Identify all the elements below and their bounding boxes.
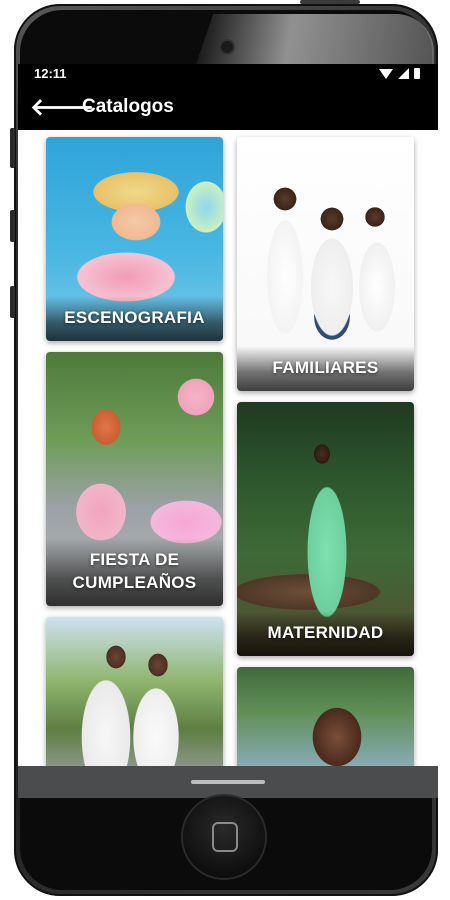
catalog-card-label: FIESTA DE CUMPLEAÑOS: [46, 538, 223, 606]
page-title: Catalogos: [82, 96, 174, 117]
volume-up-button: [10, 210, 15, 242]
catalog-card-partial[interactable]: [237, 667, 414, 766]
catalog-card-label: FAMILIARES: [237, 346, 414, 391]
status-time: 12:11: [34, 66, 67, 81]
side-button: [10, 128, 15, 168]
status-icons: [379, 68, 420, 79]
signal-icon: [398, 68, 409, 79]
device-screen: 12:11 🡐 Catalogos ESCENOGRAFIA FAMILIARE…: [18, 64, 438, 798]
front-camera: [221, 41, 233, 53]
catalog-card-label: MATERNIDAD: [237, 611, 414, 656]
catalog-card-partial[interactable]: [46, 617, 223, 766]
status-bar: 12:11: [18, 64, 438, 84]
system-nav-bar: [18, 766, 438, 798]
catalog-card-maternidad[interactable]: MATERNIDAD: [237, 402, 414, 656]
battery-icon: [414, 68, 420, 79]
gesture-handle[interactable]: [191, 780, 265, 784]
wifi-icon: [379, 69, 393, 79]
back-arrow-icon[interactable]: 🡐: [30, 92, 94, 122]
catalog-card-familiares[interactable]: FAMILIARES: [237, 137, 414, 391]
top-speaker-slot: [300, 0, 360, 4]
catalog-grid[interactable]: ESCENOGRAFIA FAMILIARES FIESTA DE CUMPLE…: [18, 130, 438, 766]
home-icon: [212, 822, 238, 852]
app-bar: 🡐 Catalogos: [18, 84, 438, 130]
volume-down-button: [10, 286, 15, 318]
catalog-card-label: ESCENOGRAFIA: [46, 296, 223, 341]
catalog-card-escenografia[interactable]: ESCENOGRAFIA: [46, 137, 223, 341]
home-button[interactable]: [183, 796, 265, 878]
catalog-card-fiesta-de-cumpleanos[interactable]: FIESTA DE CUMPLEAÑOS: [46, 352, 223, 606]
